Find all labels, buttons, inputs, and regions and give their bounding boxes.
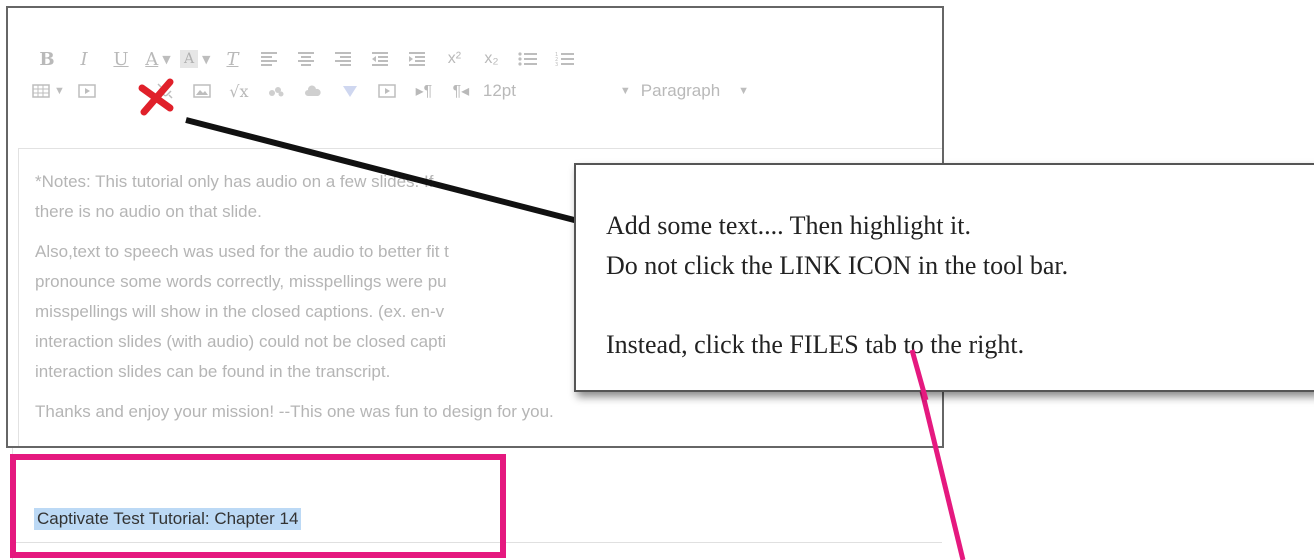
instruction-callout: Add some text.... Then highlight it. Do … xyxy=(574,163,1314,392)
content-line: Thanks and enjoy your mission! --This on… xyxy=(35,402,554,421)
background-color-button[interactable]: A ▼ xyxy=(180,46,210,72)
subscript-button[interactable]: x₂ xyxy=(476,46,506,72)
align-left-icon[interactable] xyxy=(254,46,284,72)
align-center-icon[interactable] xyxy=(291,46,321,72)
font-color-button[interactable]: A ▼ xyxy=(143,46,173,72)
callout-line-2: Do not click the LINK ICON in the tool b… xyxy=(606,251,1069,280)
rtl-icon[interactable]: ¶◂ xyxy=(446,78,476,104)
media-icon[interactable] xyxy=(72,78,102,104)
clear-formatting-button[interactable]: T xyxy=(217,46,247,72)
highlight-box xyxy=(10,454,506,558)
indent-decrease-icon[interactable] xyxy=(365,46,395,72)
math-icon[interactable]: √x xyxy=(224,78,254,104)
bold-button[interactable]: B xyxy=(32,46,62,72)
italic-button[interactable]: I xyxy=(69,46,99,72)
callout-line-1: Add some text.... Then highlight it. xyxy=(606,211,971,240)
plugin-icon-1[interactable] xyxy=(261,78,291,104)
embed-icon[interactable] xyxy=(372,78,402,104)
indent-increase-icon[interactable] xyxy=(402,46,432,72)
v-icon[interactable] xyxy=(335,78,365,104)
numbered-list-icon[interactable]: 123 xyxy=(550,46,580,72)
font-size-select[interactable]: 12pt xyxy=(483,78,613,104)
block-format-select[interactable]: ▼ Paragraph ▼ xyxy=(620,78,780,104)
superscript-button[interactable]: x² xyxy=(439,46,469,72)
callout-line-3: Instead, click the FILES tab to the righ… xyxy=(606,330,1025,359)
image-icon[interactable] xyxy=(187,78,217,104)
align-right-icon[interactable] xyxy=(328,46,358,72)
table-icon[interactable]: ▼ xyxy=(32,78,65,104)
underline-button[interactable]: U xyxy=(106,46,136,72)
cloud-icon[interactable] xyxy=(298,78,328,104)
selected-text[interactable]: Captivate Test Tutorial: Chapter 14 xyxy=(34,508,302,530)
svg-text:3: 3 xyxy=(555,62,558,67)
ltr-icon[interactable]: ▸¶ xyxy=(409,78,439,104)
x-mark-icon xyxy=(138,78,174,116)
toolbar-row-1: B I U A ▼ A ▼ T x² x₂ 1 2 3 xyxy=(32,44,587,74)
bullet-list-icon[interactable] xyxy=(513,46,543,72)
